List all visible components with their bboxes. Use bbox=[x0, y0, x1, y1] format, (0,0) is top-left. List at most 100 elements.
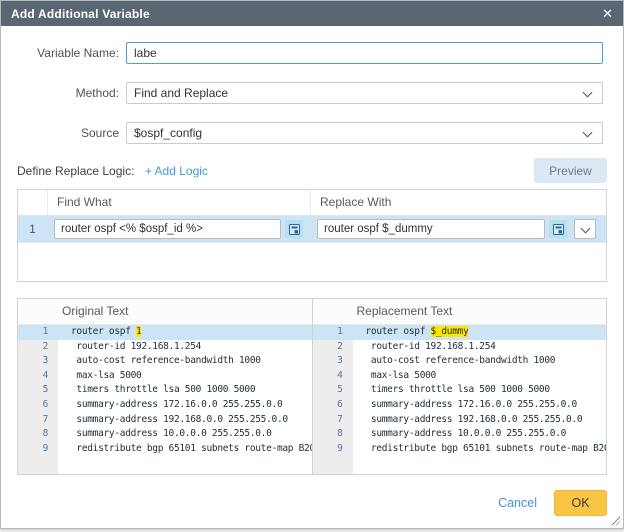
source-row: Source $ospf_config bbox=[1, 122, 623, 144]
original-text-header: Original Text bbox=[18, 299, 312, 325]
define-replace-logic-label: Define Replace Logic: bbox=[17, 158, 134, 184]
line-number: 2 bbox=[18, 340, 58, 355]
variable-name-row: Variable Name: bbox=[1, 42, 623, 64]
line-number: 3 bbox=[313, 354, 353, 369]
close-icon[interactable]: ✕ bbox=[602, 7, 613, 20]
variable-name-input[interactable] bbox=[126, 42, 603, 64]
line-number: 3 bbox=[18, 354, 58, 369]
original-text-body[interactable]: 1router ospf 12 router-id 192.168.1.2543… bbox=[18, 325, 312, 474]
find-what-cell bbox=[47, 216, 310, 242]
code-text: auto-cost reference-bandwidth 1000 bbox=[353, 354, 556, 369]
method-row: Method: Find and Replace bbox=[1, 82, 623, 104]
code-line[interactable]: 5 timers throttle lsa 500 1000 5000 bbox=[313, 383, 607, 398]
code-line[interactable]: 4 max-lsa 5000 bbox=[18, 369, 312, 384]
code-line[interactable]: 4 max-lsa 5000 bbox=[313, 369, 607, 384]
expression-editor-icon[interactable] bbox=[549, 220, 567, 238]
cancel-button[interactable]: Cancel bbox=[498, 496, 537, 510]
code-text: router ospf 1 bbox=[58, 325, 141, 340]
dialog-titlebar: Add Additional Variable ✕ bbox=[1, 1, 623, 26]
code-line[interactable]: 1router ospf 1 bbox=[18, 325, 312, 340]
code-text: router-id 192.168.1.254 bbox=[353, 340, 496, 355]
code-line[interactable]: 1router ospf $_dummy bbox=[313, 325, 607, 340]
highlighted-token: 1 bbox=[136, 326, 141, 337]
code-text: timers throttle lsa 500 1000 5000 bbox=[353, 383, 550, 398]
code-text: redistribute bgp 65101 subnets route-map… bbox=[58, 442, 312, 457]
line-number: 9 bbox=[313, 442, 353, 457]
preview-button[interactable]: Preview bbox=[534, 158, 607, 183]
replacement-text-body[interactable]: 1router ospf $_dummy2 router-id 192.168.… bbox=[313, 325, 607, 474]
find-what-column-header: Find What bbox=[47, 190, 310, 215]
line-number: 6 bbox=[18, 398, 58, 413]
add-additional-variable-dialog: Add Additional Variable ✕ Variable Name:… bbox=[0, 0, 624, 529]
code-text: router ospf $_dummy bbox=[353, 325, 469, 340]
code-line[interactable]: 5 timers throttle lsa 500 1000 5000 bbox=[18, 383, 312, 398]
code-line[interactable]: 9 redistribute bgp 65101 subnets route-m… bbox=[18, 442, 312, 457]
code-line[interactable]: 9 redistribute bgp 65101 subnets route-m… bbox=[313, 442, 607, 457]
line-number: 1 bbox=[313, 325, 353, 340]
code-line[interactable]: 2 router-id 192.168.1.254 bbox=[18, 340, 312, 355]
code-line[interactable]: 8 summary-address 10.0.0.0 255.255.0.0 bbox=[313, 427, 607, 442]
code-line[interactable]: 7 summary-address 192.168.0.0 255.255.0.… bbox=[18, 413, 312, 428]
code-text: summary-address 192.168.0.0 255.255.0.0 bbox=[353, 413, 583, 428]
original-text-panel: Original Text 1router ospf 12 router-id … bbox=[17, 298, 313, 475]
chevron-down-icon bbox=[583, 88, 593, 98]
code-text: redistribute bgp 65101 subnets route-map… bbox=[353, 442, 607, 457]
line-number: 7 bbox=[18, 413, 58, 428]
code-line[interactable]: 8 summary-address 10.0.0.0 255.255.0.0 bbox=[18, 427, 312, 442]
replacement-text-panel: Replacement Text 1router ospf $_dummy2 r… bbox=[313, 298, 608, 475]
ok-button[interactable]: OK bbox=[554, 490, 607, 516]
rules-table-header: Find What Replace With bbox=[18, 190, 606, 216]
row-options-dropdown[interactable] bbox=[574, 219, 596, 239]
code-text: summary-address 172.16.0.0 255.255.0.0 bbox=[58, 398, 282, 413]
find-what-input[interactable] bbox=[54, 219, 281, 239]
code-text: summary-address 10.0.0.0 255.255.0.0 bbox=[353, 427, 567, 442]
method-select[interactable]: Find and Replace bbox=[126, 82, 603, 104]
code-text: summary-address 10.0.0.0 255.255.0.0 bbox=[58, 427, 272, 442]
code-line[interactable]: 3 auto-cost reference-bandwidth 1000 bbox=[313, 354, 607, 369]
method-label: Method: bbox=[1, 82, 119, 104]
code-line[interactable]: 3 auto-cost reference-bandwidth 1000 bbox=[18, 354, 312, 369]
line-number: 8 bbox=[18, 427, 58, 442]
source-label: Source bbox=[1, 122, 119, 144]
chevron-down-icon bbox=[581, 224, 591, 234]
line-number: 7 bbox=[313, 413, 353, 428]
define-replace-logic-row: Define Replace Logic: + Add Logic Previe… bbox=[17, 158, 607, 184]
code-text: router-id 192.168.1.254 bbox=[58, 340, 201, 355]
line-number: 8 bbox=[313, 427, 353, 442]
replace-with-column-header: Replace With bbox=[310, 190, 606, 215]
find-replace-rules-table: Find What Replace With 1 bbox=[17, 189, 607, 282]
row-index: 1 bbox=[18, 222, 47, 236]
code-line[interactable]: 7 summary-address 192.168.0.0 255.255.0.… bbox=[313, 413, 607, 428]
resize-handle[interactable] bbox=[610, 515, 620, 525]
index-column-header bbox=[18, 190, 47, 215]
line-number: 5 bbox=[18, 383, 58, 398]
source-select[interactable]: $ospf_config bbox=[126, 122, 603, 144]
line-number: 9 bbox=[18, 442, 58, 457]
code-text: auto-cost reference-bandwidth 1000 bbox=[58, 354, 261, 369]
code-text: max-lsa 5000 bbox=[58, 369, 141, 384]
line-number: 2 bbox=[313, 340, 353, 355]
replace-with-cell bbox=[310, 216, 574, 242]
source-selected-value: $ospf_config bbox=[134, 126, 202, 140]
line-number: 4 bbox=[313, 369, 353, 384]
expression-editor-icon[interactable] bbox=[285, 220, 303, 238]
code-text: max-lsa 5000 bbox=[353, 369, 436, 384]
highlighted-token: $_dummy bbox=[431, 326, 469, 337]
replace-with-input[interactable] bbox=[317, 219, 545, 239]
code-line[interactable]: 6 summary-address 172.16.0.0 255.255.0.0 bbox=[313, 398, 607, 413]
line-number: 4 bbox=[18, 369, 58, 384]
replacement-text-header: Replacement Text bbox=[313, 299, 607, 325]
dialog-title: Add Additional Variable bbox=[11, 7, 150, 21]
line-number: 6 bbox=[313, 398, 353, 413]
code-text: timers throttle lsa 500 1000 5000 bbox=[58, 383, 255, 398]
code-text: summary-address 192.168.0.0 255.255.0.0 bbox=[58, 413, 288, 428]
table-row[interactable]: 1 bbox=[18, 216, 606, 243]
code-line[interactable]: 6 summary-address 172.16.0.0 255.255.0.0 bbox=[18, 398, 312, 413]
code-line[interactable]: 2 router-id 192.168.1.254 bbox=[313, 340, 607, 355]
variable-name-label: Variable Name: bbox=[1, 42, 119, 64]
preview-panels: Original Text 1router ospf 12 router-id … bbox=[17, 298, 607, 475]
line-number: 5 bbox=[313, 383, 353, 398]
line-number: 1 bbox=[18, 325, 58, 340]
chevron-down-icon bbox=[583, 128, 593, 138]
add-logic-link[interactable]: + Add Logic bbox=[145, 164, 208, 178]
